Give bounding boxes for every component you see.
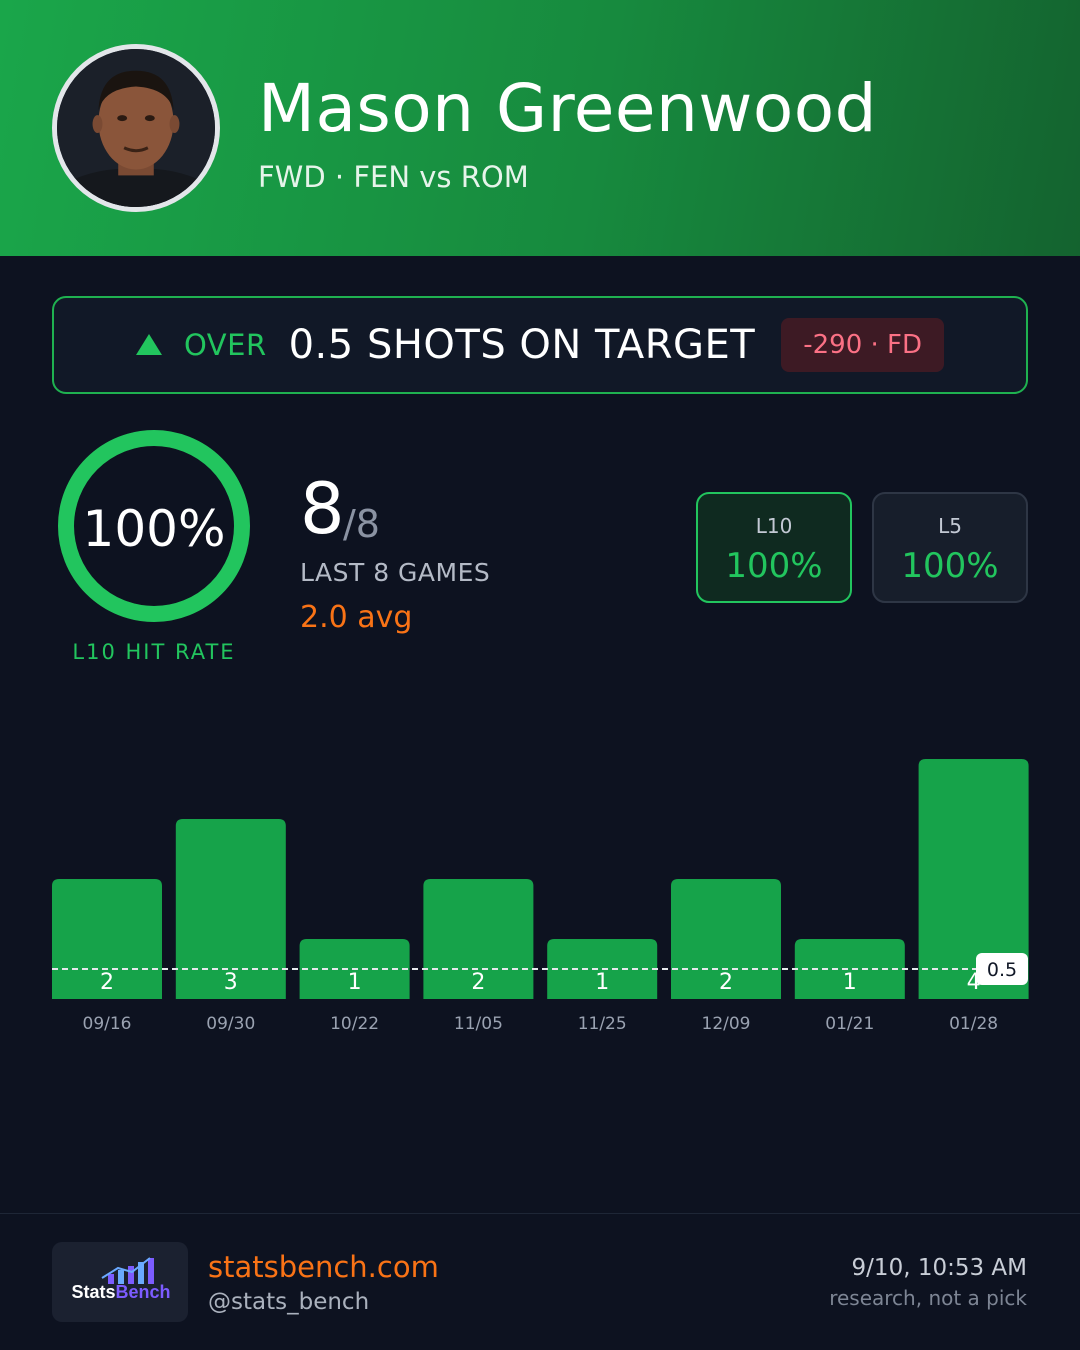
game-log-chart: 2 09/16 3 09/30 1 10/22 2 11/05 1 11/25 2 12/09 1 01/… (0, 700, 1080, 1060)
stat-box-value: 100% (901, 546, 999, 586)
prop-line: 0.5 SHOTS ON TARGET (288, 322, 756, 368)
timestamp: 9/10, 10:53 AM (851, 1255, 1027, 1281)
bar-value-label: 2 (719, 970, 733, 995)
stat-box-l5[interactable]: L5 100% (872, 492, 1028, 603)
site-link[interactable]: statsbench.com (208, 1250, 439, 1284)
stat-box-label: L5 (938, 514, 962, 538)
brand-logo[interactable]: StatsBench (52, 1242, 188, 1322)
bar-value-label: 1 (595, 970, 609, 995)
x-tick-label: 11/05 (454, 1014, 503, 1034)
player-photo-icon (57, 49, 215, 207)
prop-card: OVER 0.5 SHOTS ON TARGET -290 · FD (52, 296, 1028, 394)
player-position-matchup: FWD · FEN vs ROM (258, 160, 529, 194)
average-value: 2.0 avg (300, 600, 413, 635)
player-avatar (52, 44, 220, 212)
disclaimer: research, not a pick (829, 1286, 1027, 1310)
x-tick-label: 09/16 (83, 1014, 132, 1034)
brand-logo-text: StatsBench (71, 1282, 171, 1302)
bar-chart: 2 09/16 3 09/30 1 10/22 2 11/05 1 11/25 2 12/09 1 01/… (52, 759, 1029, 1034)
up-arrow-icon (135, 333, 162, 355)
hit-rate-label: L10 HIT RATE (72, 640, 236, 664)
x-tick-label: 01/21 (825, 1014, 874, 1034)
player-name: Mason Greenwood (258, 70, 877, 147)
bar-value-label: 3 (224, 970, 238, 995)
stat-box-value: 100% (725, 546, 823, 586)
footer-divider (0, 1213, 1080, 1214)
x-tick-label: 01/28 (949, 1014, 998, 1034)
bar-value-label: 1 (843, 970, 857, 995)
x-tick-label: 10/22 (330, 1014, 379, 1034)
bar-value-label: 2 (471, 970, 485, 995)
bar-value-label: 2 (100, 970, 114, 995)
x-tick-label: 12/09 (702, 1014, 751, 1034)
x-tick-label: 11/25 (578, 1014, 627, 1034)
games-label: LAST 8 GAMES (300, 558, 491, 587)
social-handle[interactable]: @stats_bench (208, 1289, 369, 1315)
hits-count: 8 (300, 468, 345, 550)
prop-direction: OVER (183, 328, 267, 362)
threshold-label: 0.5 (987, 959, 1017, 981)
stat-box-l10[interactable]: L10 100% (696, 492, 852, 603)
bar-value-label: 1 (348, 970, 362, 995)
hit-rate-value: 100% (82, 500, 226, 558)
header-banner: Mason Greenwood FWD · FEN vs ROM (0, 0, 1080, 256)
stat-box-label: L10 (755, 514, 793, 538)
odds-badge: -290 · FD (781, 318, 945, 372)
x-tick-label: 09/30 (206, 1014, 255, 1034)
games-total: /8 (343, 502, 380, 546)
